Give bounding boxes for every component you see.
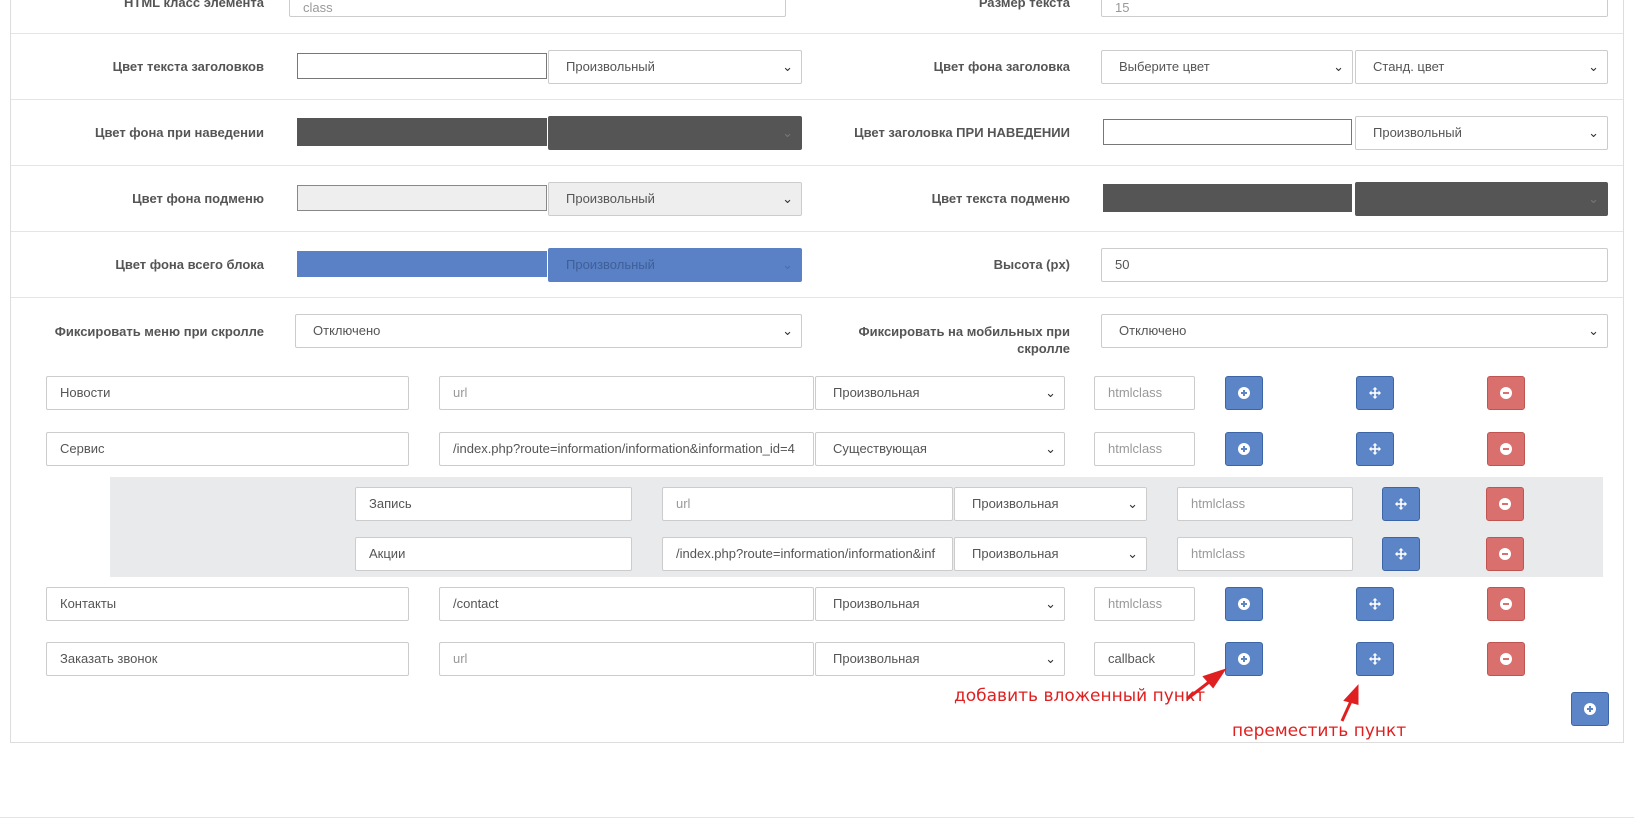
- arrow-head: [1343, 684, 1359, 705]
- annotation-arrows: [1186, 668, 1359, 722]
